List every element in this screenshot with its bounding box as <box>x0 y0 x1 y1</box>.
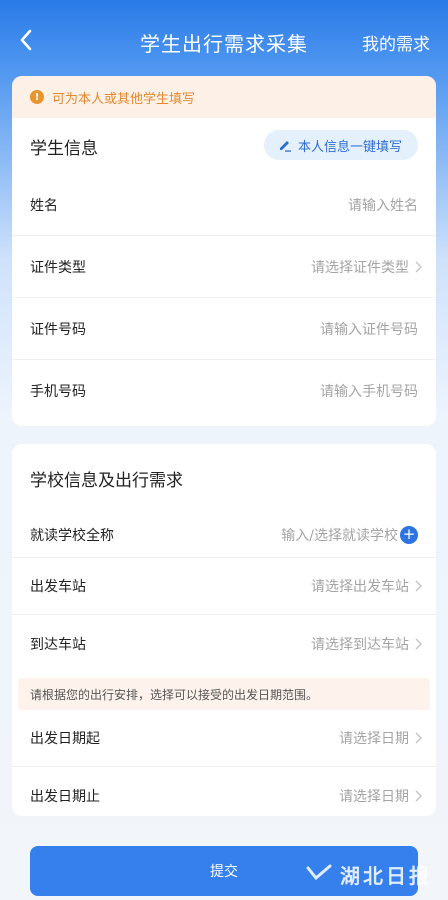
date-range-tip: 请根据您的出行安排，选择可以接受的出发日期范围。 <box>18 678 430 710</box>
autofill-label: 本人信息一键填写 <box>297 139 402 155</box>
departure-station-row[interactable]: 出发车站 请选择出发车站 <box>12 558 436 615</box>
id-type-placeholder: 请选择证件类型 <box>311 259 409 276</box>
id-number-input[interactable]: 请输入证件号码 <box>320 298 418 359</box>
arrival-station-select[interactable]: 请选择到达车站 <box>311 615 422 672</box>
chevron-right-icon <box>415 261 422 273</box>
newspaper-logo-icon <box>306 863 332 887</box>
phone-label: 手机号码 <box>30 384 86 400</box>
my-needs-link[interactable]: 我的需求 <box>362 30 430 55</box>
start-date-label: 出发日期起 <box>30 731 100 747</box>
school-section-header: 学校信息及出行需求 <box>12 444 436 512</box>
end-date-placeholder: 请选择日期 <box>339 788 409 805</box>
id-type-label: 证件类型 <box>30 259 86 276</box>
end-date-label: 出发日期止 <box>30 788 100 805</box>
school-info-card: 学校信息及出行需求 就读学校全称 输入/选择就读学校 + 出发车站 请选择出发车… <box>12 444 436 816</box>
notice-banner: ! 可为本人或其他学生填写 <box>12 76 436 118</box>
chevron-right-icon <box>415 638 422 650</box>
id-number-row[interactable]: 证件号码 请输入证件号码 <box>12 298 436 360</box>
student-section-header: 学生信息 本人信息一键填写 <box>12 118 436 174</box>
arrival-station-row[interactable]: 到达车站 请选择到达车站 <box>12 615 436 672</box>
arrival-station-label: 到达车站 <box>30 636 86 653</box>
name-label: 姓名 <box>30 197 58 214</box>
section-title-student: 学生信息 <box>30 138 98 159</box>
departure-station-label: 出发车站 <box>30 579 86 595</box>
start-date-row[interactable]: 出发日期起 请选择日期 <box>12 710 436 767</box>
chevron-right-icon <box>415 732 422 744</box>
id-type-select[interactable]: 请选择证件类型 <box>311 236 422 297</box>
start-date-placeholder: 请选择日期 <box>339 731 409 747</box>
phone-input[interactable]: 请输入手机号码 <box>320 360 418 422</box>
departure-station-placeholder: 请选择出发车站 <box>311 579 409 595</box>
add-icon[interactable]: + <box>400 525 418 544</box>
school-input[interactable]: 输入/选择就读学校 + <box>281 512 418 557</box>
watermark: 湖北日报 <box>306 860 432 889</box>
warning-icon: ! <box>30 90 44 104</box>
start-date-select[interactable]: 请选择日期 <box>339 710 422 766</box>
student-info-card: ! 可为本人或其他学生填写 学生信息 本人信息一键填写 姓名 请输入姓名 证件类… <box>12 76 436 426</box>
edit-icon <box>278 138 292 152</box>
school-placeholder: 输入/选择就读学校 <box>281 527 398 544</box>
phone-row[interactable]: 手机号码 请输入手机号码 <box>12 360 436 422</box>
departure-station-select[interactable]: 请选择出发车站 <box>311 558 422 614</box>
end-date-select[interactable]: 请选择日期 <box>339 767 422 816</box>
id-type-row[interactable]: 证件类型 请选择证件类型 <box>12 236 436 298</box>
notice-text: 可为本人或其他学生填写 <box>52 91 196 107</box>
school-label: 就读学校全称 <box>30 527 114 544</box>
name-input[interactable]: 请输入姓名 <box>348 174 418 235</box>
app-header: 学生出行需求采集 我的需求 <box>0 0 448 80</box>
id-number-label: 证件号码 <box>30 321 86 338</box>
school-row[interactable]: 就读学校全称 输入/选择就读学校 + <box>12 512 436 558</box>
chevron-right-icon <box>415 790 422 802</box>
end-date-row[interactable]: 出发日期止 请选择日期 <box>12 767 436 816</box>
arrival-station-placeholder: 请选择到达车站 <box>311 636 409 653</box>
name-field-row[interactable]: 姓名 请输入姓名 <box>12 174 436 236</box>
chevron-right-icon <box>415 580 422 592</box>
autofill-button[interactable]: 本人信息一键填写 <box>263 130 418 160</box>
section-title-school: 学校信息及出行需求 <box>30 470 183 491</box>
watermark-text: 湖北日报 <box>340 864 432 888</box>
